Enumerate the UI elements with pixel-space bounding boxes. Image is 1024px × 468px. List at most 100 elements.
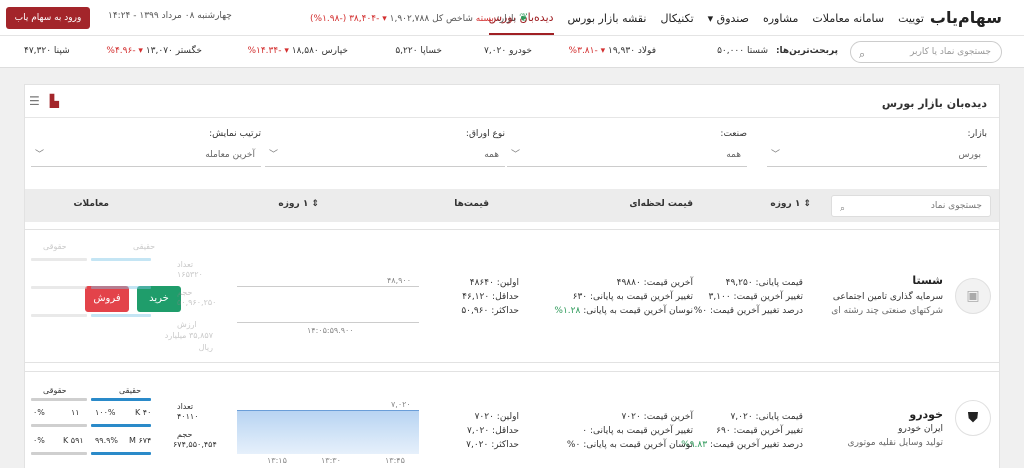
- ticker-name: خپارس: [321, 46, 348, 56]
- sort-icon: ⇕: [803, 199, 811, 209]
- nav-market-map[interactable]: نقشه بازار بورس: [568, 12, 647, 25]
- min-price: حداقل: ۷,۰۲۰: [466, 426, 519, 436]
- sort-icon: ⇕: [311, 199, 319, 209]
- ticker-name: خگستر: [175, 46, 202, 56]
- nav-technical[interactable]: تکنیکال: [660, 12, 693, 25]
- nav-consulting[interactable]: مشاوره: [763, 12, 798, 25]
- legal-vol-bar: [31, 424, 87, 427]
- legal-buy-bar: [31, 258, 87, 261]
- ticker-bar: جستجوی نماد یا کاربر ⌕ پربحث‌ترین‌ها: شس…: [0, 36, 1024, 68]
- ticker-item[interactable]: شپنا ۴۷,۳۲۰: [24, 46, 70, 56]
- real-count-pct: ۱۰۰%: [95, 408, 116, 417]
- chart-top-label: ۷,۰۲۰: [391, 400, 411, 409]
- legal-count-bar: [31, 398, 87, 401]
- ticker-name: فولاد: [637, 46, 656, 56]
- nav-trading-system[interactable]: سامانه معاملات: [812, 12, 884, 25]
- ticker-item[interactable]: فولاد ۱۹,۹۳۰ ▾ -۳.۸۱%: [569, 46, 656, 56]
- ticker-value: ۵,۲۲۰: [395, 46, 418, 56]
- close-change: تغییر آخرین قیمت: ۶۹۰: [716, 426, 803, 436]
- logo[interactable]: سهام‌یاب: [930, 8, 1003, 27]
- ticker-item[interactable]: خساپا ۵,۲۲۰: [395, 46, 442, 56]
- market-label: بازار:: [496, 14, 517, 24]
- chart-view-icon[interactable]: ▙: [50, 94, 59, 108]
- search-input[interactable]: جستجوی نماد یا کاربر ⌕: [850, 41, 1002, 63]
- chart-time-label: ۱۳:۳۰: [321, 456, 341, 465]
- stock-card[interactable]: ⛊ خودرو ایران خودرو تولید وسایل نقلیه مو…: [25, 371, 999, 468]
- ticker-value: ۴۷,۳۲۰: [24, 46, 52, 56]
- max-price: حداکثر: ۵۰,۹۶۰: [461, 306, 519, 316]
- ticker-item[interactable]: خودرو ۷,۰۲۰: [484, 46, 532, 56]
- last-fluct: نوسان آخرین قیمت به پایانی: ۱.۲۸%: [554, 306, 693, 316]
- chart-axis: [237, 322, 419, 323]
- company-name: سرمایه گذاری تامین اجتماعی: [832, 292, 943, 302]
- close-change: تغییر آخرین قیمت: ۳,۱۰۰: [708, 292, 803, 302]
- ticker-change: ▾ -۳.۸۱%: [568, 46, 606, 56]
- col-label: ۱ روزه: [278, 199, 309, 209]
- market-status: ❦ بازار: بسته شاخص کل ۱,۹۰۲,۷۸۸ ▾ -۳۸,۴۰…: [310, 11, 528, 24]
- ticker-change: ▾ -۴.۹۶%: [106, 46, 143, 56]
- count-value: ۱۶۵۳۲۰: [177, 270, 203, 279]
- industry-select[interactable]: همه ﹀: [507, 143, 747, 167]
- leaf-icon: ❦: [519, 11, 529, 24]
- col-1day-sort[interactable]: ⇕ ۱ روزه: [770, 199, 811, 209]
- max-price: حداکثر: ۷,۰۲۰: [466, 440, 519, 450]
- industry: شرکتهای صنعتی چند رشته ای: [831, 306, 943, 316]
- col-live-price: قیمت لحظه‌ای: [629, 199, 693, 209]
- close-pct: درصد تغییر آخرین قیمت: ۹.۸۳%: [681, 440, 803, 450]
- legal-val-bar: [31, 314, 87, 317]
- chart-time-label: ۱۳:۴۵: [385, 456, 405, 465]
- close-price: قیمت پایانی: ۴۹,۲۵۰: [725, 278, 803, 288]
- market-select[interactable]: بورس ﹀: [767, 143, 987, 167]
- close-price: قیمت پایانی: ۷,۰۲۰: [730, 412, 803, 422]
- stock-card[interactable]: ▣ شستا سرمایه گذاری تامین اجتماعی شرکتها…: [25, 229, 999, 363]
- ticker-item[interactable]: خگستر ۱۳,۰۷۰ ▾ -۴.۹۶%: [106, 46, 202, 56]
- ticker-label: پربحث‌ترین‌ها:: [775, 46, 838, 56]
- select-value: همه: [484, 150, 499, 160]
- last-price: آخرین قیمت: ۴۹۸۸۰: [616, 278, 693, 288]
- count-label: تعداد: [177, 402, 194, 411]
- filter-label: ترتیب نمایش:: [209, 129, 261, 139]
- chart-time-label: ۱۴:۰۵:۵۹.۹۰۰: [307, 326, 354, 335]
- type-select[interactable]: همه ﹀: [265, 143, 505, 167]
- value-amount: ۳۵,۸۵۷ میلیارد ریال: [164, 331, 213, 352]
- real-vol-bar: [91, 424, 151, 427]
- real-label: حقیقی: [119, 386, 142, 395]
- search-placeholder: جستجوی نماد: [930, 201, 982, 211]
- chart-area: [237, 410, 419, 454]
- select-value: آخرین معامله: [205, 150, 255, 160]
- ticker-name: خساپا: [420, 46, 442, 56]
- sell-button[interactable]: فروش: [85, 286, 129, 312]
- col-prices: قیمت‌ها: [454, 199, 489, 209]
- symbol-search-input[interactable]: جستجوی نماد ⌕: [831, 195, 991, 217]
- buy-button[interactable]: خرید: [137, 286, 181, 312]
- company-name: ایران خودرو: [898, 424, 943, 434]
- chevron-down-icon: ﹀: [35, 150, 45, 160]
- volume-value: ۶۷۴,۵۵۰,۴۵۴: [173, 440, 217, 449]
- select-value: همه: [726, 150, 741, 160]
- divider: [25, 117, 999, 118]
- filter-type: نوع اوراق: همه ﹀: [265, 129, 505, 167]
- chart-line: [237, 286, 419, 287]
- nav-fund[interactable]: صندوق ▾: [708, 12, 749, 25]
- legal-vol: ۵۹۱ K: [63, 436, 84, 445]
- nav-tweet[interactable]: توییت: [898, 12, 924, 25]
- col-1day-chart[interactable]: ⇕ ۱ روزه: [278, 199, 319, 209]
- login-button[interactable]: ورود به سهام یاب: [6, 7, 90, 29]
- ticker-value: ۱۳,۰۷۰: [145, 46, 173, 56]
- chevron-down-icon: ﹀: [511, 150, 521, 160]
- sort-select[interactable]: آخرین معامله ﹀: [31, 143, 261, 167]
- list-view-icon[interactable]: ☰: [29, 94, 40, 108]
- last-fluct-label: نوسان آخرین قیمت به پایانی:: [583, 440, 693, 450]
- col-label: ۱ روزه: [770, 199, 801, 209]
- last-change: تغییر آخرین قیمت به پایانی: ۶۳۰: [572, 292, 693, 302]
- ticker-name: شپنا: [53, 46, 70, 56]
- value-label: ارزش: [177, 320, 197, 329]
- market-state: بسته: [475, 14, 494, 24]
- search-icon: ⌕: [859, 48, 866, 61]
- close-pct: درصد تغییر آخرین قیمت: ۰%: [693, 306, 803, 316]
- last-price: آخرین قیمت: ۷۰۲۰: [621, 412, 693, 422]
- filter-sort: ترتیب نمایش: آخرین معامله ﹀: [31, 129, 261, 167]
- ticker-item[interactable]: خپارس ۱۸,۵۸۰ ▾ -۱۴.۳۴%: [247, 46, 348, 56]
- car-logo-icon: ⛊: [955, 400, 991, 436]
- ticker-item[interactable]: شستا ۵۰,۰۰۰: [717, 46, 768, 56]
